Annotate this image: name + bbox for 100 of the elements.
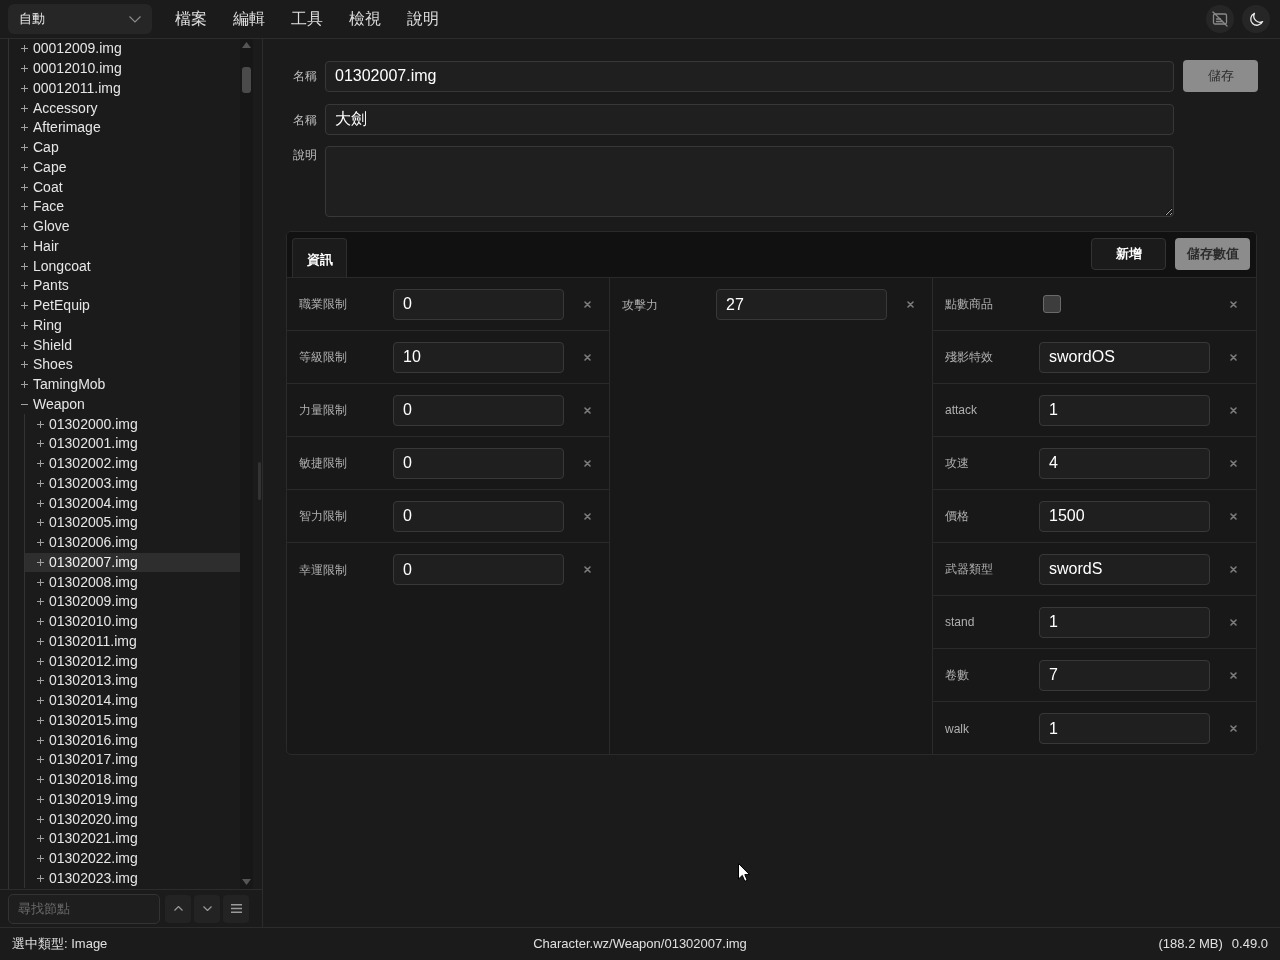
plus-icon[interactable] (21, 223, 28, 231)
plus-icon[interactable] (37, 558, 44, 566)
plus-icon[interactable] (37, 736, 44, 744)
tree-item[interactable]: Accessory (9, 98, 240, 118)
plus-icon[interactable] (21, 262, 28, 270)
tree-item[interactable]: 01302002.img (25, 453, 240, 474)
plus-icon[interactable] (21, 302, 28, 310)
plus-icon[interactable] (21, 124, 28, 132)
search-field[interactable]: 尋找節點 (8, 893, 160, 924)
description-field[interactable] (325, 146, 1174, 217)
triangle-up-icon[interactable] (242, 42, 251, 48)
plus-icon[interactable] (21, 341, 28, 349)
property-field[interactable]: 0 (393, 288, 564, 320)
plus-icon[interactable] (37, 618, 44, 626)
plus-icon[interactable] (37, 815, 44, 823)
property-field[interactable]: 1 (1039, 606, 1210, 638)
tree-item[interactable]: 01302023.img (25, 868, 240, 889)
mode-dropdown[interactable]: 自動 (8, 4, 152, 34)
tree-item[interactable]: Shoes (9, 355, 240, 375)
theme-toggle-button[interactable] (1242, 5, 1270, 33)
property-field[interactable]: 0 (393, 554, 564, 585)
property-field[interactable]: swordOS (1039, 341, 1210, 373)
tree-item[interactable]: Coat (9, 177, 240, 197)
menu-item[interactable]: 編輯 (233, 9, 265, 29)
tree-item[interactable]: 01302015.img (25, 710, 240, 731)
tree-item[interactable]: Glove (9, 216, 240, 237)
tree-item[interactable]: Cape (9, 157, 240, 178)
tree-item[interactable]: 01302003.img (25, 473, 240, 494)
plus-icon[interactable] (37, 420, 44, 428)
property-field[interactable]: 0 (393, 500, 564, 532)
plus-icon[interactable] (37, 440, 44, 448)
tree-item[interactable]: 01302006.img (25, 532, 240, 553)
tree-item[interactable]: 01302008.img (25, 572, 240, 592)
tree-item[interactable]: TamingMob (9, 374, 240, 395)
tree-scrollbar[interactable] (240, 39, 253, 889)
plus-icon[interactable] (21, 203, 28, 211)
tree-item[interactable]: 01302014.img (25, 690, 240, 711)
property-field[interactable]: 0 (393, 447, 564, 479)
tree-item[interactable]: 01302001.img (25, 434, 240, 454)
plus-icon[interactable] (21, 144, 28, 152)
tree-item[interactable]: Hair (9, 236, 240, 257)
tree-item[interactable]: Weapon (9, 394, 240, 415)
tree-item[interactable]: 01302021.img (25, 829, 240, 849)
tree-item[interactable]: 01302009.img (25, 592, 240, 612)
tree-item[interactable]: 01302010.img (25, 611, 240, 632)
plus-icon[interactable] (21, 361, 28, 369)
plus-icon[interactable] (37, 519, 44, 527)
tab[interactable]: 資訊 (292, 238, 347, 277)
plus-icon[interactable] (21, 104, 28, 112)
property-field[interactable]: swordS (1039, 553, 1210, 585)
property-field[interactable]: 0 (393, 394, 564, 426)
tree-item[interactable]: 01302013.img (25, 671, 240, 691)
list-button[interactable] (223, 894, 249, 923)
scrollbar-thumb[interactable] (242, 67, 251, 93)
plus-icon[interactable] (21, 65, 28, 73)
tree-item[interactable]: 01302004.img (25, 493, 240, 513)
tree-item[interactable]: 01302019.img (25, 789, 240, 810)
tree-item[interactable]: PetEquip (9, 295, 240, 316)
triangle-down-icon[interactable] (242, 879, 251, 885)
plus-icon[interactable] (37, 776, 44, 784)
property-field[interactable]: 1 (1039, 713, 1210, 744)
plus-icon[interactable] (37, 756, 44, 764)
plus-icon[interactable] (37, 657, 44, 665)
menu-item[interactable]: 工具 (291, 9, 323, 29)
property-field[interactable]: 1 (1039, 394, 1210, 426)
tree-item[interactable]: 01302011.img (25, 631, 240, 652)
tree-item[interactable]: 01302007.img (25, 552, 240, 573)
plus-icon[interactable] (37, 539, 44, 547)
tree-item[interactable]: 01302005.img (25, 513, 240, 533)
text-field[interactable]: 01302007.img (325, 60, 1174, 92)
text-field[interactable]: 大劍 (325, 104, 1174, 135)
plus-icon[interactable] (37, 499, 44, 507)
tree-item[interactable]: Afterimage (9, 118, 240, 138)
plus-icon[interactable] (37, 578, 44, 586)
plus-icon[interactable] (21, 321, 28, 329)
tree-item[interactable]: Pants (9, 276, 240, 296)
plus-icon[interactable] (21, 282, 28, 290)
tree-item[interactable]: 00012009.img (9, 39, 240, 59)
plus-icon[interactable] (21, 183, 28, 191)
property-field[interactable]: 27 (716, 289, 887, 320)
action-button[interactable]: 新增 (1091, 238, 1166, 270)
plus-icon[interactable] (37, 677, 44, 685)
menu-item[interactable]: 說明 (407, 9, 439, 29)
plus-icon[interactable] (37, 697, 44, 705)
plus-icon[interactable] (37, 460, 44, 468)
plus-icon[interactable] (21, 242, 28, 250)
plus-icon[interactable] (21, 163, 28, 171)
tree-item[interactable]: Shield (9, 335, 240, 355)
plus-icon[interactable] (37, 795, 44, 803)
menu-item[interactable]: 檢視 (349, 9, 381, 29)
plus-icon[interactable] (37, 855, 44, 863)
plus-icon[interactable] (37, 479, 44, 487)
plus-icon[interactable] (37, 637, 44, 645)
tree-item[interactable]: 01302017.img (25, 750, 240, 770)
property-field[interactable]: 10 (393, 341, 564, 373)
plus-icon[interactable] (37, 598, 44, 606)
image-toggle-button[interactable] (1206, 5, 1234, 33)
menu-item[interactable]: 檔案 (175, 9, 207, 29)
property-field[interactable]: 7 (1039, 659, 1210, 691)
tree-item[interactable]: Cap (9, 137, 240, 158)
